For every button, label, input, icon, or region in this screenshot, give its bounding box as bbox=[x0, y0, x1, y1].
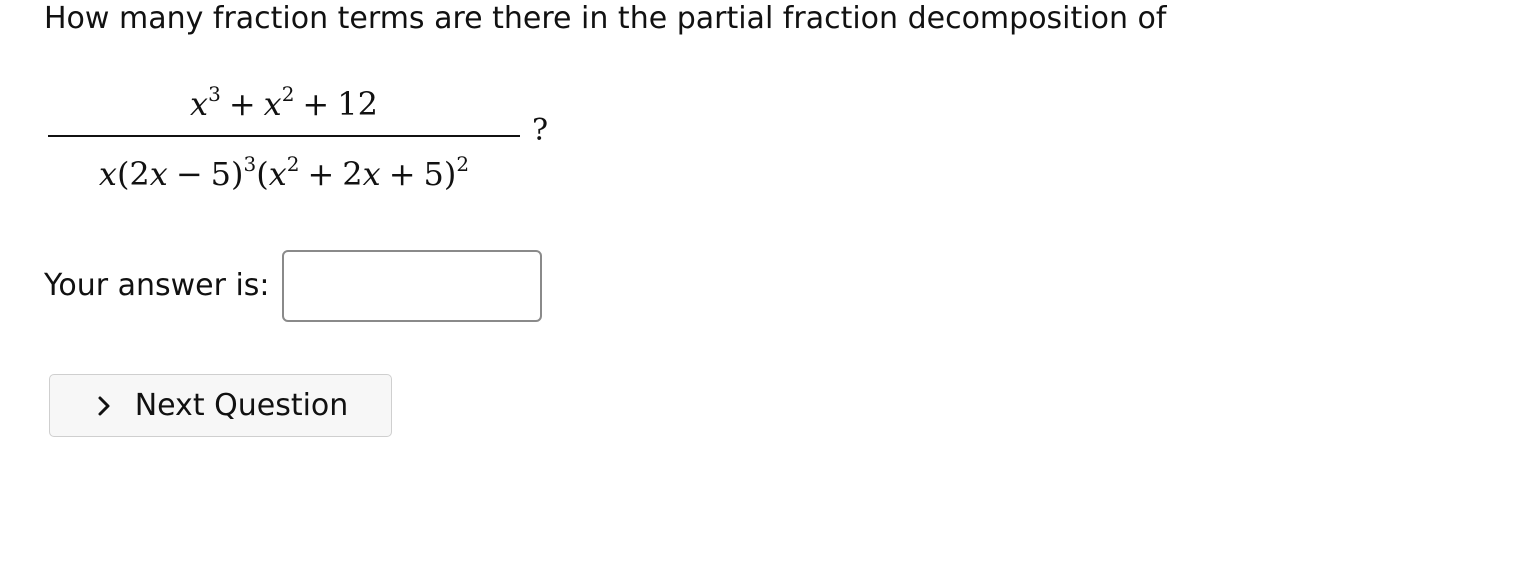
question-text: How many fraction terms are there in the… bbox=[44, 1, 1167, 36]
denominator: x(2x −5)3(x2 +2x +5)2 bbox=[48, 148, 520, 200]
factor2-close: 5) bbox=[423, 155, 457, 193]
question-mark: ? bbox=[532, 113, 549, 148]
numerator: x3 + x2 +12 bbox=[48, 80, 520, 128]
factor2-op2: + bbox=[388, 155, 416, 193]
factor1-op: − bbox=[175, 155, 203, 193]
numerator-op-1: + bbox=[228, 85, 256, 123]
factor1-open: (2 bbox=[116, 155, 150, 193]
numerator-exp-2: 2 bbox=[281, 82, 295, 106]
denominator-lead-var: x bbox=[98, 155, 117, 193]
factor1-exp: 3 bbox=[243, 152, 257, 176]
numerator-var-1: x bbox=[190, 85, 209, 123]
numerator-constant: 12 bbox=[337, 85, 378, 123]
chevron-right-icon bbox=[93, 395, 115, 417]
factor2-op1: + bbox=[307, 155, 335, 193]
answer-label: Your answer is: bbox=[44, 268, 270, 303]
factor2-var1: x bbox=[268, 155, 287, 193]
numerator-op-2: + bbox=[302, 85, 330, 123]
fraction-bar bbox=[48, 135, 520, 137]
factor1-close: 5) bbox=[210, 155, 244, 193]
factor2-open: ( bbox=[256, 155, 269, 193]
factor2-exp: 2 bbox=[456, 152, 470, 176]
answer-input[interactable] bbox=[281, 250, 542, 322]
factor2-var2: x bbox=[362, 155, 381, 193]
next-question-button[interactable]: Next Question bbox=[49, 374, 392, 437]
factor2-coef: 2 bbox=[342, 155, 363, 193]
answer-row: Your answer is: bbox=[44, 248, 542, 324]
factor1-var: x bbox=[149, 155, 168, 193]
numerator-var-2: x bbox=[263, 85, 282, 123]
factor2-var1-exp: 2 bbox=[286, 152, 300, 176]
next-question-label: Next Question bbox=[134, 388, 349, 423]
numerator-exp-1: 3 bbox=[208, 82, 221, 106]
